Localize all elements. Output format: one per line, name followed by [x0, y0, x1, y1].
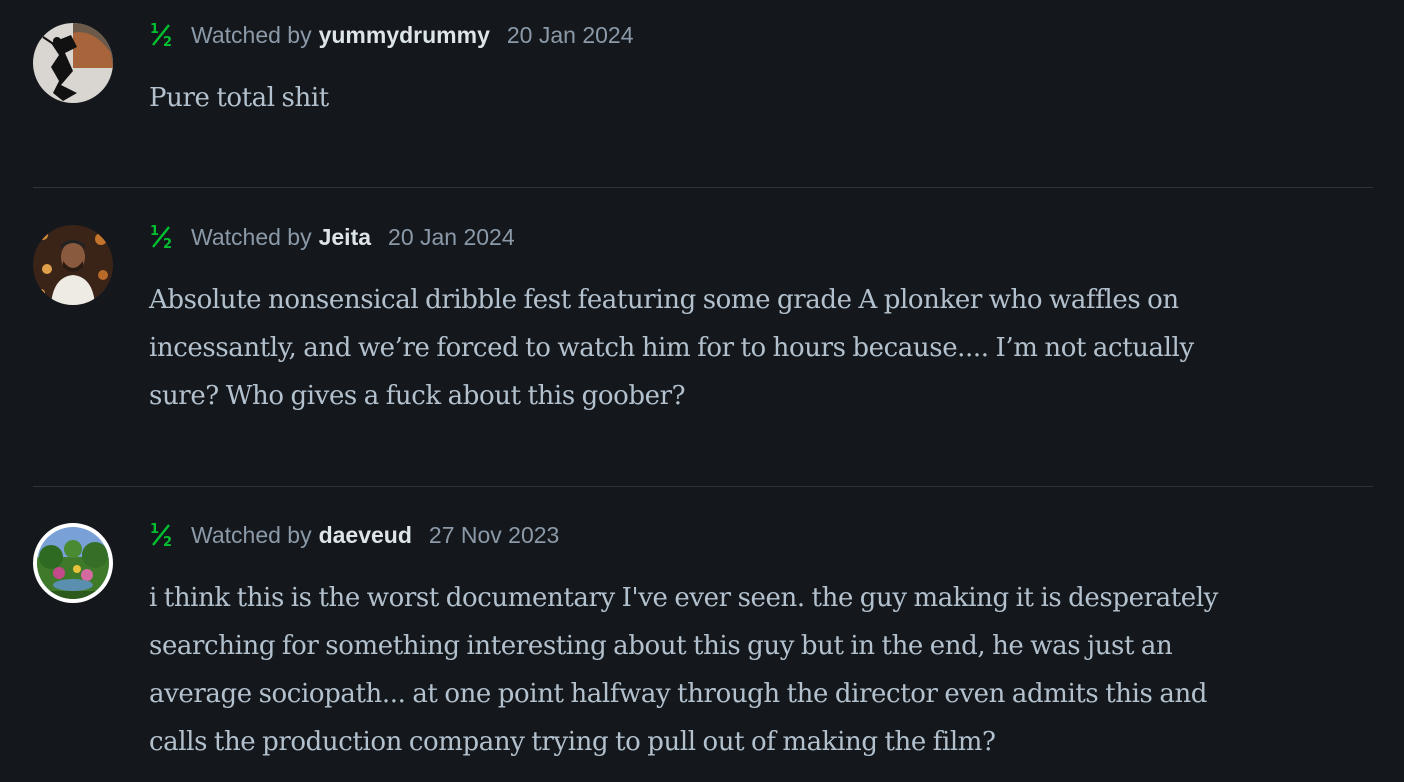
review-date[interactable]: 27 Nov 2023: [429, 522, 559, 549]
avatar[interactable]: [33, 523, 113, 603]
avatar[interactable]: [33, 23, 113, 103]
review-date[interactable]: 20 Jan 2024: [507, 22, 634, 49]
review-meta: 1 2 Watched by Jeita 20 Jan 2024: [149, 222, 515, 252]
watched-by-label: Watched by: [191, 223, 312, 250]
watched-by-label: Watched by: [191, 21, 312, 48]
review-text: i think this is the worst documentary I'…: [149, 574, 1339, 766]
review-text-line: sure? Who gives a fuck about this goober…: [149, 381, 686, 411]
review-text-line: Pure total shit: [149, 83, 329, 113]
divider: [33, 486, 1373, 487]
review-text-line: Absolute nonsensical dribble fest featur…: [149, 285, 1179, 315]
review-text-line: average sociopath... at one point halfwa…: [149, 679, 1208, 709]
username-link[interactable]: Jeita: [319, 224, 371, 251]
review-text: Pure total shit: [149, 74, 1339, 122]
half-star-rating-icon: 1 2: [149, 21, 177, 49]
svg-text:2: 2: [163, 535, 172, 549]
review-text-line: i think this is the worst documentary I'…: [149, 583, 1218, 613]
review-meta: 1 2 Watched by daeveud 27 Nov 2023: [149, 520, 559, 550]
svg-text:1: 1: [150, 22, 159, 37]
half-star-rating-icon: 1 2: [149, 223, 177, 251]
avatar[interactable]: [33, 225, 113, 305]
watched-by-label: Watched by: [191, 521, 312, 548]
svg-text:1: 1: [150, 224, 159, 239]
divider: [33, 187, 1373, 188]
review-text-line: incessantly, and we’re forced to watch h…: [149, 333, 1194, 363]
review-text-line: calls the production company trying to p…: [149, 727, 996, 757]
review-meta: 1 2 Watched by yummydrummy 20 Jan 2024: [149, 20, 634, 50]
review-text-line: searching for something interesting abou…: [149, 631, 1173, 661]
svg-text:1: 1: [150, 522, 159, 537]
half-star-rating-icon: 1 2: [149, 521, 177, 549]
username-link[interactable]: yummydrummy: [319, 22, 490, 49]
svg-text:2: 2: [163, 35, 172, 49]
review-date[interactable]: 20 Jan 2024: [388, 224, 515, 251]
svg-text:2: 2: [163, 237, 172, 251]
review-text: Absolute nonsensical dribble fest featur…: [149, 276, 1339, 420]
username-link[interactable]: daeveud: [319, 522, 412, 549]
